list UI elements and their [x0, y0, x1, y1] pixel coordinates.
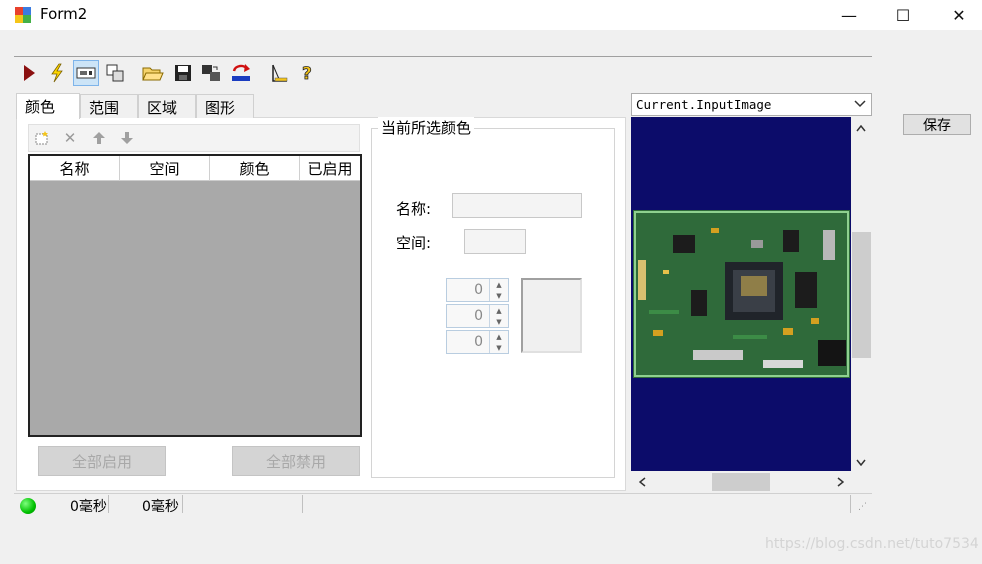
reset-icon[interactable]: [228, 60, 254, 86]
lightning-icon[interactable]: [44, 60, 70, 86]
open-folder-icon[interactable]: [140, 60, 166, 86]
status-separator: [850, 495, 851, 513]
status-separator: [108, 495, 109, 513]
spin-down-icon[interactable]: ▼: [490, 316, 508, 327]
maximize-button[interactable]: ☐: [880, 0, 926, 30]
spin-up-icon[interactable]: ▲: [490, 279, 508, 290]
window-title: Form2: [40, 5, 88, 23]
horizontal-scroll-thumb[interactable]: [712, 473, 770, 491]
ruler-icon[interactable]: [266, 60, 292, 86]
spin-up-icon[interactable]: ▲: [490, 305, 508, 316]
image-source-select[interactable]: Current.InputImage: [631, 93, 872, 116]
enable-all-button[interactable]: 全部启用: [38, 446, 166, 476]
scroll-right-icon[interactable]: [832, 474, 848, 490]
group-title: 当前所选颜色: [378, 117, 475, 138]
save-disk-icon[interactable]: [170, 60, 196, 86]
status-indicator-icon: [20, 498, 36, 514]
scroll-left-icon[interactable]: [634, 474, 650, 490]
save-button[interactable]: 保存: [903, 114, 971, 135]
channel-2-value[interactable]: 0: [447, 305, 489, 327]
name-field[interactable]: [452, 193, 582, 218]
svg-text:?: ?: [302, 64, 312, 83]
tab-color[interactable]: 颜色: [16, 93, 80, 119]
new-item-icon[interactable]: [32, 128, 52, 148]
space-label: 空间:: [396, 234, 432, 252]
status-time-2: 0毫秒: [142, 499, 179, 515]
column-header-space[interactable]: 空间: [120, 156, 210, 181]
channel-3-value[interactable]: 0: [447, 331, 489, 353]
close-button[interactable]: ✕: [936, 0, 982, 30]
app-icon: [15, 7, 31, 23]
tab-region[interactable]: 区域: [138, 94, 196, 118]
run-icon[interactable]: [16, 60, 42, 86]
channel-3-spinner[interactable]: 0 ▲ ▼: [446, 330, 509, 354]
copy-icon[interactable]: [102, 60, 128, 86]
chevron-down-icon[interactable]: [852, 96, 868, 112]
move-up-icon[interactable]: [89, 128, 109, 148]
column-header-name[interactable]: 名称: [30, 156, 120, 181]
channel-2-spinner[interactable]: 0 ▲ ▼: [446, 304, 509, 328]
spin-down-icon[interactable]: ▼: [490, 290, 508, 301]
name-label: 名称:: [396, 200, 432, 218]
delete-icon[interactable]: ✕: [60, 128, 80, 148]
move-down-icon[interactable]: [117, 128, 137, 148]
tab-shape[interactable]: 图形: [196, 94, 254, 118]
status-separator: [302, 495, 303, 513]
channel-1-value[interactable]: 0: [447, 279, 489, 301]
spin-up-icon[interactable]: ▲: [490, 331, 508, 342]
scroll-down-icon[interactable]: [853, 454, 869, 470]
channel-1-spinner[interactable]: 0 ▲ ▼: [446, 278, 509, 302]
spin-down-icon[interactable]: ▼: [490, 342, 508, 353]
color-list[interactable]: [28, 154, 362, 437]
status-time-1: 0毫秒: [70, 499, 107, 515]
space-field[interactable]: [464, 229, 526, 254]
toolbar-divider: [14, 56, 872, 57]
circuit-board-image: [633, 210, 850, 378]
help-icon[interactable]: ?: [295, 60, 321, 86]
status-divider: [14, 493, 872, 494]
transfer-icon[interactable]: [198, 60, 224, 86]
color-preview: [521, 278, 582, 353]
disable-all-button[interactable]: 全部禁用: [232, 446, 360, 476]
scroll-up-icon[interactable]: [853, 120, 869, 136]
watermark: https://blog.csdn.net/tuto7534: [765, 536, 979, 552]
vertical-scroll-thumb[interactable]: [852, 232, 871, 358]
column-header-color[interactable]: 颜色: [210, 156, 300, 181]
status-separator: [182, 495, 183, 513]
column-header-enabled[interactable]: 已启用: [300, 156, 360, 181]
minimize-button[interactable]: —: [826, 0, 872, 30]
color-list-header: 名称 空间 颜色 已启用: [30, 156, 360, 181]
resize-grip-icon[interactable]: ⋰: [858, 502, 867, 512]
image-view-icon[interactable]: [73, 60, 99, 86]
tab-range[interactable]: 范围: [80, 94, 138, 118]
